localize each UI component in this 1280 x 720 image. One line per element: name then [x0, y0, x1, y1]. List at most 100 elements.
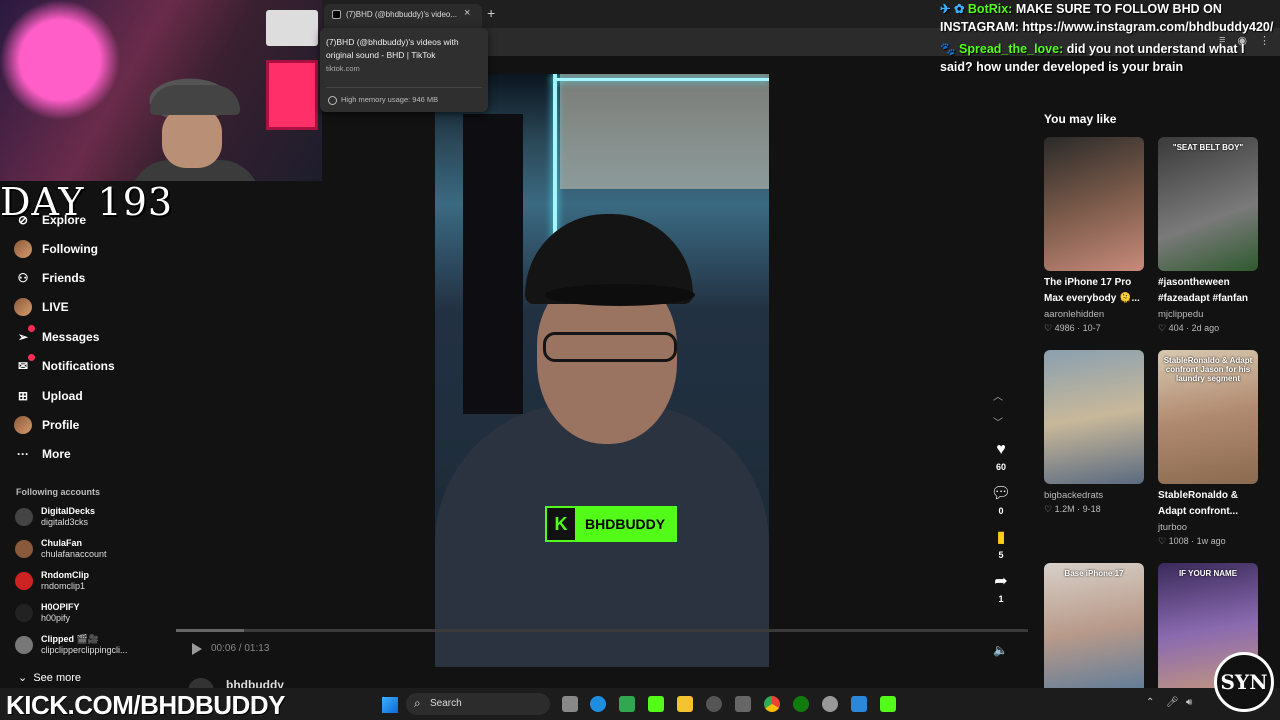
new-tab-button[interactable]: + — [487, 5, 495, 21]
sidebar-item-following[interactable]: Following — [14, 239, 98, 259]
avatar — [15, 508, 33, 526]
sidebar-item-notifications[interactable]: ✉ Notifications — [14, 354, 115, 376]
tiktok-favicon-icon — [332, 10, 341, 19]
share-action[interactable]: ➦ 1 — [990, 572, 1012, 604]
video-background — [560, 74, 769, 189]
following-account[interactable]: RndomClip rndomclip1 — [15, 570, 89, 592]
following-account[interactable]: DigitalDecks digitald3cks — [15, 506, 95, 528]
card-author[interactable]: aaronlehidden — [1044, 309, 1144, 320]
you-may-like-header: You may like — [1044, 112, 1117, 126]
more-icon: ··· — [17, 447, 29, 461]
send-icon: ➢ — [14, 325, 35, 346]
following-account[interactable]: ChulaFan chulafanaccount — [15, 538, 107, 560]
card-title[interactable]: #jasontheween #fazeadapt #fanfan — [1158, 275, 1258, 307]
file-explorer-icon[interactable] — [562, 696, 578, 712]
tray-chevron-icon[interactable]: ⌃ — [1146, 697, 1154, 708]
obs-icon[interactable] — [822, 696, 838, 712]
kick-url: KICK.COM/BHDBUDDY — [6, 690, 285, 720]
card-author[interactable]: mjclippedu — [1158, 309, 1258, 320]
video-person-brim — [545, 284, 695, 306]
avatar — [14, 416, 32, 434]
avatar — [15, 604, 33, 622]
see-more-label: See more — [33, 672, 82, 684]
sidebar-item-label: Friends — [42, 271, 86, 285]
following-account-text: H0OPIFY h00pify — [41, 602, 80, 624]
chrome-icon[interactable] — [764, 696, 780, 712]
see-more-link[interactable]: ⌄ See more — [18, 671, 81, 684]
app-icon-2[interactable] — [735, 696, 751, 712]
taskbar-search[interactable]: Search — [406, 693, 550, 715]
streamer-webcam — [0, 0, 322, 181]
sidebar-item-upload[interactable]: ⊞ Upload — [14, 386, 83, 406]
like-action[interactable]: ♥ 60 — [990, 440, 1012, 472]
kick-app-icon[interactable] — [880, 696, 896, 712]
account-name: DigitalDecks — [41, 506, 96, 516]
xbox-icon[interactable] — [793, 696, 809, 712]
volume-icon[interactable]: 🔈 — [993, 643, 1008, 657]
next-video-icon[interactable]: ﹀ — [993, 414, 1003, 429]
edge-icon[interactable] — [590, 696, 606, 712]
tab-hover-tooltip: (7)BHD (@bhdbuddy)'s videos with origina… — [320, 28, 488, 112]
video-thumbnail[interactable] — [1044, 350, 1144, 484]
heart-icon: ♡ — [1158, 536, 1169, 546]
sidebar-item-live[interactable]: LIVE — [14, 297, 69, 317]
speaker-icon[interactable]: 🔊︎ — [1186, 697, 1192, 708]
sidebar-item-friends[interactable]: ⚇ Friends — [14, 268, 86, 288]
video-thumbnail[interactable] — [1044, 137, 1144, 271]
video-player[interactable]: K BHDBUDDY — [435, 74, 769, 667]
nvidia-icon[interactable] — [619, 696, 635, 712]
settings-icon[interactable] — [706, 696, 722, 712]
recommendation-card[interactable]: The iPhone 17 Pro Max everybody 🫠... aaro… — [1044, 137, 1144, 334]
previous-video-icon[interactable]: ︿ — [993, 388, 1003, 403]
plus-square-icon: ⊞ — [17, 389, 29, 403]
account-handle: h00pify — [41, 613, 71, 623]
video-progress-bar[interactable] — [176, 629, 1028, 632]
chat-badge-icon: ✈ ✿ — [940, 2, 968, 16]
recommendation-card[interactable]: "SEAT BELT BOY" #jasontheween #fazeadapt … — [1158, 137, 1258, 334]
play-icon[interactable] — [192, 643, 202, 655]
card-likes-date: 4986 · 10-7 — [1054, 323, 1101, 333]
following-accounts-header: Following accounts — [16, 487, 101, 497]
folder-icon[interactable] — [677, 696, 693, 712]
recommendation-card[interactable]: Base iPhone 17 — [1044, 563, 1144, 697]
card-title[interactable]: StableRonaldo & Adapt confront... — [1158, 488, 1258, 520]
tab-title: (7)BHD (@bhdbuddy)'s video... — [346, 10, 458, 19]
video-thumbnail[interactable]: Base iPhone 17 — [1044, 563, 1144, 697]
streamer-face — [162, 108, 222, 168]
chat-badge-icon: 🐾 — [940, 42, 960, 56]
browser-tab[interactable]: (7)BHD (@bhdbuddy)'s video... — [324, 4, 482, 28]
share-count: 1 — [998, 594, 1004, 604]
thumbnail-caption: "SEAT BELT BOY" — [1172, 143, 1244, 152]
save-action[interactable]: ▮ 5 — [990, 528, 1012, 560]
app-icon-3[interactable] — [851, 696, 867, 712]
kick-overlay-tag: K BHDBUDDY — [545, 506, 678, 542]
card-author[interactable]: bigbackedrats — [1044, 490, 1144, 501]
video-thumbnail[interactable]: StableRonaldo & Adapt confront Jason for… — [1158, 350, 1258, 484]
video-thumbnail[interactable]: "SEAT BELT BOY" — [1158, 137, 1258, 271]
sidebar-item-messages[interactable]: ➢ Messages — [14, 325, 99, 347]
sidebar-item-profile[interactable]: Profile — [14, 415, 79, 435]
sidebar-item-more[interactable]: ··· More — [14, 444, 71, 464]
following-account[interactable]: Clipped 🎬🎥 clipclipperclippingcli... — [15, 634, 128, 656]
following-account-text: DigitalDecks digitald3cks — [41, 506, 95, 528]
tab-close-icon[interactable]: × — [464, 7, 470, 19]
kick-url-overlay: KICK.COM/BHDBUDDY — [6, 690, 285, 720]
comment-count: 0 — [998, 506, 1004, 516]
chat-message: ✈ ✿ BotRix: MAKE SURE TO FOLLOW BHD ON I… — [940, 0, 1280, 36]
card-title[interactable]: The iPhone 17 Pro Max everybody 🫠... — [1044, 275, 1144, 307]
account-handle: clipclipperclippingcli... — [41, 645, 128, 655]
thumbnail-caption: StableRonaldo & Adapt confront Jason for… — [1163, 356, 1253, 383]
heart-icon: ♡ — [1158, 323, 1169, 333]
card-author[interactable]: jturboo — [1158, 522, 1258, 533]
microphone-icon[interactable]: 🎤︎ — [1166, 697, 1179, 708]
channel-logo-text: SYN — [1220, 670, 1268, 694]
recommendation-card[interactable]: bigbackedrats ♡ 1.2M · 9-18 — [1044, 350, 1144, 515]
inbox-icon: ✉ — [14, 354, 35, 375]
sidebar-item-label: Profile — [42, 418, 80, 432]
account-name: RndomClip — [41, 570, 89, 580]
recommendation-card[interactable]: StableRonaldo & Adapt confront Jason for… — [1158, 350, 1258, 547]
following-account[interactable]: H0OPIFY h00pify — [15, 602, 80, 624]
windows-start-icon[interactable] — [382, 697, 398, 713]
app-icon[interactable] — [648, 696, 664, 712]
comment-action[interactable]: 💬︎ 0 — [990, 484, 1012, 516]
